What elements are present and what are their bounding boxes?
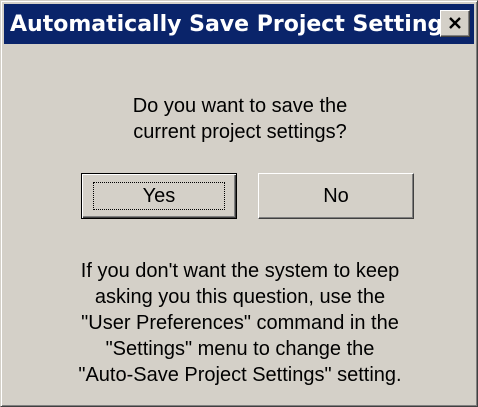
yes-button[interactable]: Yes (81, 173, 237, 219)
title-bar[interactable]: Automatically Save Project Settings (4, 4, 474, 44)
info-line: If you don't want the system to keep (80, 260, 400, 282)
question-line: current project settings? (133, 121, 347, 143)
close-button[interactable] (440, 10, 470, 37)
info-line: "User Preferences" command in the (81, 312, 399, 334)
info-line: "Settings" menu to change the (105, 338, 375, 360)
question-line: Do you want to save the (132, 95, 348, 117)
dialog-title: Automatically Save Project Settings (10, 11, 457, 37)
question-text: Do you want to save the current project … (1, 93, 478, 145)
close-x-icon (449, 17, 461, 29)
info-line: asking you this question, use the (94, 286, 386, 308)
info-line: "Auto-Save Project Settings" setting. (78, 364, 402, 386)
yes-button-label: Yes (142, 184, 176, 207)
save-settings-dialog: Automatically Save Project Settings Do y… (0, 0, 478, 407)
no-button-label: No (323, 184, 349, 207)
focus-rect: Yes (93, 182, 225, 210)
no-button[interactable]: No (258, 173, 414, 219)
info-text: If you don't want the system to keep ask… (1, 258, 478, 388)
